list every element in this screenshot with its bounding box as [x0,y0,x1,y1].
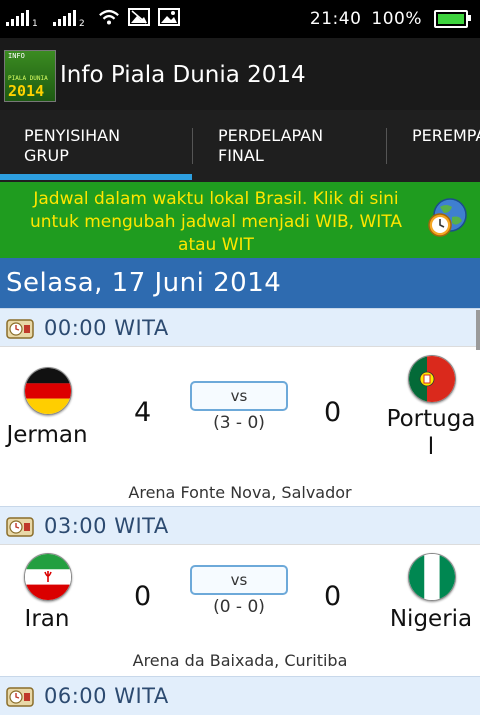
tab-label-line1: PENYISIHAN [24,126,121,145]
match-venue: Arena Fonte Nova, Salvador [128,483,352,502]
away-team-name: Portuga l [382,405,480,461]
status-time: 21:40 [309,9,362,29]
away-team-name: Nigeria [382,605,480,633]
signal-icon-sim2: 2 [53,10,85,29]
globe-clock-icon [426,197,468,239]
signal-icon-sim1: 1 [6,10,38,29]
away-score: 0 [324,581,342,612]
sim2-label: 2 [79,19,85,29]
scrollbar[interactable] [476,310,480,350]
timezone-notice-banner[interactable]: Jadwal dalam waktu lokal Brasil. Klik di… [0,182,480,258]
app-logo[interactable]: INFO PIALA DUNIA 2014 [4,50,56,102]
match-time-bar: 00:00 WITA [0,308,480,347]
tab-label-line2: GRUP [24,146,69,165]
away-team-name-line1: Nigeria [389,606,473,632]
tab-bar: PENYISIHAN GRUP PERDELAPAN FINAL PEREMPA [0,110,480,182]
tab-perdelapan-final[interactable]: PERDELAPAN FINAL [218,126,323,166]
nigeria-flag-icon [408,553,456,601]
clock-icon [6,687,34,707]
tab-divider [192,128,193,164]
halftime-score: (0 - 0) [213,597,265,617]
iran-flag-icon [24,553,72,601]
tab-label-line1: PERDELAPAN [218,126,324,145]
match-time-bar: 06:00 WITA [0,676,480,715]
germany-flag-icon [24,367,72,415]
match-time: 00:00 WITA [44,316,169,340]
gallery-notification-icon [158,8,180,26]
match-card[interactable]: Jerman 4 vs (3 - 0) 0 Portuga l Arena Fo… [0,346,480,507]
battery-icon [434,10,471,28]
image-notification-icon [128,8,150,26]
battery-percent: 100% [371,9,422,29]
tab-label-line2: FINAL [218,146,264,165]
tab-divider [386,128,387,164]
clock-icon [6,319,34,339]
match-card[interactable]: Iran 0 vs (0 - 0) 0 Nigeria Arena da Bai… [0,544,480,677]
tab-selected-indicator [0,174,192,180]
vs-label: vs [190,381,288,411]
away-team-name-line2: l [427,434,435,460]
status-bar: 1 2 21:40 100% [0,0,480,38]
home-score: 0 [134,581,152,612]
clock-icon [6,517,34,537]
app-bar: INFO PIALA DUNIA 2014 Info Piala Dunia 2… [0,38,480,110]
sim1-label: 1 [32,19,38,29]
tab-label-line1: PEREMPA [412,126,480,145]
match-time: 03:00 WITA [44,514,169,538]
tab-penyisihan-grup[interactable]: PENYISIHAN GRUP [24,126,120,166]
date-header: Selasa, 17 Juni 2014 [0,258,480,308]
home-team-name: Jerman [6,422,88,448]
home-score: 4 [134,397,152,428]
away-team-name-line1: Portuga [386,406,476,432]
match-venue: Arena da Baixada, Curitiba [132,651,348,670]
away-score: 0 [324,397,342,428]
match-time-bar: 03:00 WITA [0,506,480,545]
logo-text-year: 2014 [8,82,45,100]
tab-perempat[interactable]: PEREMPA [412,126,480,146]
logo-text-top: INFO [8,52,25,60]
match-time: 06:00 WITA [44,684,169,708]
wifi-icon [98,8,120,26]
home-team-name: Iran [24,606,70,632]
vs-label: vs [190,565,288,595]
date-header-text: Selasa, 17 Juni 2014 [6,268,282,298]
portugal-flag-icon [408,355,456,403]
halftime-score: (3 - 0) [213,413,265,433]
timezone-notice-text: Jadwal dalam waktu lokal Brasil. Klik di… [29,189,403,255]
app-title: Info Piala Dunia 2014 [60,62,306,88]
logo-text-middle: PIALA DUNIA [8,75,48,82]
